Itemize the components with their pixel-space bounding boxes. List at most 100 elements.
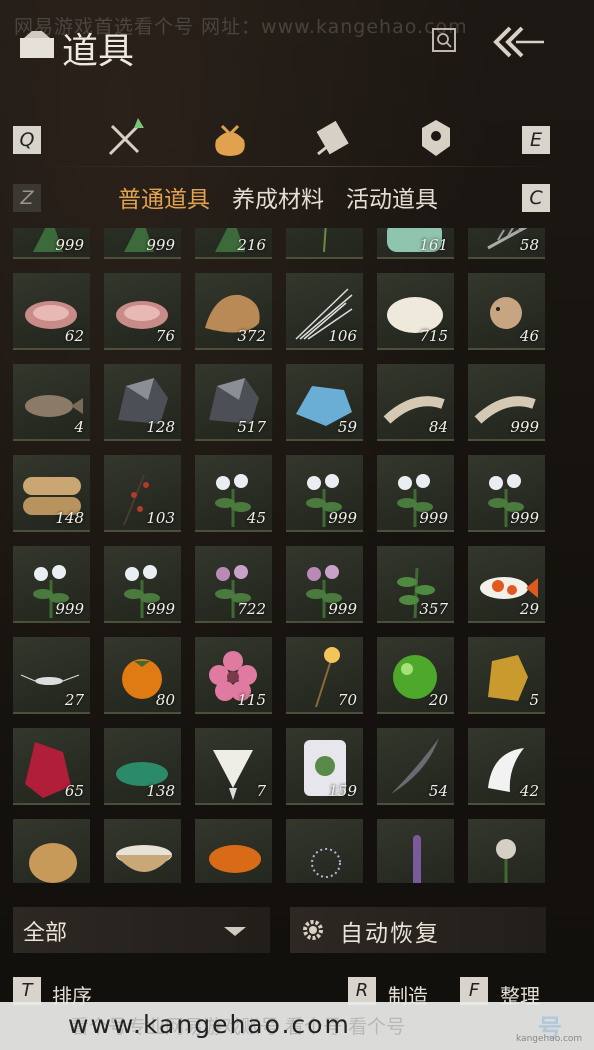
- auto-restore-button[interactable]: 自动恢复: [290, 907, 546, 953]
- item-slot[interactable]: 216: [195, 228, 272, 259]
- shell-icon: [29, 843, 77, 883]
- item-count: 20: [428, 691, 448, 709]
- item-slot[interactable]: 999: [286, 455, 363, 532]
- grass-icon: [323, 228, 327, 253]
- item-count: 722: [237, 600, 266, 618]
- filter-dropdown[interactable]: 全部: [13, 907, 270, 953]
- craft-key[interactable]: R: [348, 977, 376, 1005]
- item-slot[interactable]: 58: [468, 228, 545, 259]
- item-grid[interactable]: 999 999 216 161 58 62 76 372 106 715 46 4 128 517 59 84…: [13, 228, 553, 883]
- item-count: 76: [155, 327, 175, 345]
- item-slot[interactable]: 128: [104, 364, 181, 441]
- item-count: 372: [237, 327, 266, 345]
- item-slot[interactable]: 70: [286, 637, 363, 714]
- item-slot[interactable]: 159: [286, 728, 363, 805]
- item-slot[interactable]: 106: [286, 273, 363, 350]
- item-count: 999: [510, 509, 539, 527]
- item-count: 45: [246, 509, 266, 527]
- item-slot[interactable]: 103: [104, 455, 181, 532]
- item-slot[interactable]: 357: [377, 546, 454, 623]
- item-slot[interactable]: 4: [13, 364, 90, 441]
- prev-subtab-key[interactable]: Z: [13, 184, 41, 212]
- tab-normal-items[interactable]: 普通道具: [118, 180, 210, 214]
- tab-event-items[interactable]: 活动道具: [346, 180, 438, 214]
- item-count: 999: [328, 509, 357, 527]
- category-divider: [40, 166, 554, 167]
- item-slot[interactable]: [286, 228, 363, 259]
- item-slot[interactable]: 999: [104, 546, 181, 623]
- item-slot[interactable]: 999: [13, 228, 90, 259]
- spider-lily-icon: [311, 848, 341, 878]
- item-slot[interactable]: 999: [377, 455, 454, 532]
- badge-icon[interactable]: [414, 116, 458, 160]
- next-category-key[interactable]: E: [522, 126, 550, 154]
- header: 网易游戏首选看个号 网址：www.kangehao.com 道具: [0, 0, 594, 90]
- item-slot[interactable]: 62: [13, 273, 90, 350]
- item-slot[interactable]: 161: [377, 228, 454, 259]
- item-slot[interactable]: [286, 819, 363, 883]
- prev-category-key[interactable]: Q: [13, 126, 41, 154]
- item-slot[interactable]: 42: [468, 728, 545, 805]
- item-slot[interactable]: 80: [104, 637, 181, 714]
- item-count: 161: [419, 236, 448, 254]
- auto-restore-label: 自动恢复: [340, 921, 440, 947]
- item-slot[interactable]: 27: [13, 637, 90, 714]
- item-slot[interactable]: 715: [377, 273, 454, 350]
- item-count: 999: [146, 600, 175, 618]
- back-icon[interactable]: [490, 24, 546, 60]
- item-slot[interactable]: 999: [468, 364, 545, 441]
- banner-url: www.kangehao.com: [68, 1010, 351, 1039]
- item-slot[interactable]: 54: [377, 728, 454, 805]
- item-count: 999: [55, 236, 84, 254]
- item-slot[interactable]: 65: [13, 728, 90, 805]
- item-count: 62: [64, 327, 84, 345]
- item-slot[interactable]: 45: [195, 455, 272, 532]
- item-slot[interactable]: 59: [286, 364, 363, 441]
- item-count: 106: [328, 327, 357, 345]
- search-icon: [437, 33, 452, 48]
- item-slot[interactable]: 999: [468, 455, 545, 532]
- bowl-icon: [116, 845, 172, 872]
- item-slot[interactable]: 148: [13, 455, 90, 532]
- item-slot[interactable]: 5: [468, 637, 545, 714]
- item-slot[interactable]: 76: [104, 273, 181, 350]
- tab-growth-materials[interactable]: 养成材料: [232, 180, 324, 214]
- item-slot[interactable]: 46: [468, 273, 545, 350]
- item-slot[interactable]: [195, 819, 272, 883]
- item-slot[interactable]: 999: [104, 228, 181, 259]
- item-slot[interactable]: 84: [377, 364, 454, 441]
- item-slot[interactable]: [468, 819, 545, 883]
- item-slot[interactable]: 517: [195, 364, 272, 441]
- item-count: 999: [510, 418, 539, 436]
- item-slot[interactable]: 722: [195, 546, 272, 623]
- weapon-icon[interactable]: [104, 116, 148, 160]
- next-subtab-key[interactable]: C: [522, 184, 550, 212]
- search-button[interactable]: [432, 28, 456, 52]
- item-count: 29: [519, 600, 539, 618]
- item-slot[interactable]: [104, 819, 181, 883]
- item-slot[interactable]: 138: [104, 728, 181, 805]
- item-slot[interactable]: 20: [377, 637, 454, 714]
- item-count: 59: [337, 418, 357, 436]
- item-count: 999: [328, 600, 357, 618]
- item-count: 7: [256, 782, 266, 800]
- sort-key[interactable]: T: [13, 977, 41, 1005]
- item-count: 999: [55, 600, 84, 618]
- item-slot[interactable]: 999: [286, 546, 363, 623]
- item-count: 715: [419, 327, 448, 345]
- scroll-icon[interactable]: [312, 116, 356, 160]
- item-slot[interactable]: [377, 819, 454, 883]
- item-count: 46: [519, 327, 539, 345]
- item-count: 103: [146, 509, 175, 527]
- bag-category-icon[interactable]: [208, 116, 252, 160]
- item-slot[interactable]: 372: [195, 273, 272, 350]
- item-count: 84: [428, 418, 448, 436]
- item-count: 54: [428, 782, 448, 800]
- organize-key[interactable]: F: [460, 977, 488, 1005]
- banner-tag: kangehao.com: [516, 1034, 583, 1044]
- item-slot[interactable]: 7: [195, 728, 272, 805]
- item-slot[interactable]: 999: [13, 546, 90, 623]
- item-slot[interactable]: 29: [468, 546, 545, 623]
- item-slot[interactable]: [13, 819, 90, 883]
- item-slot[interactable]: 115: [195, 637, 272, 714]
